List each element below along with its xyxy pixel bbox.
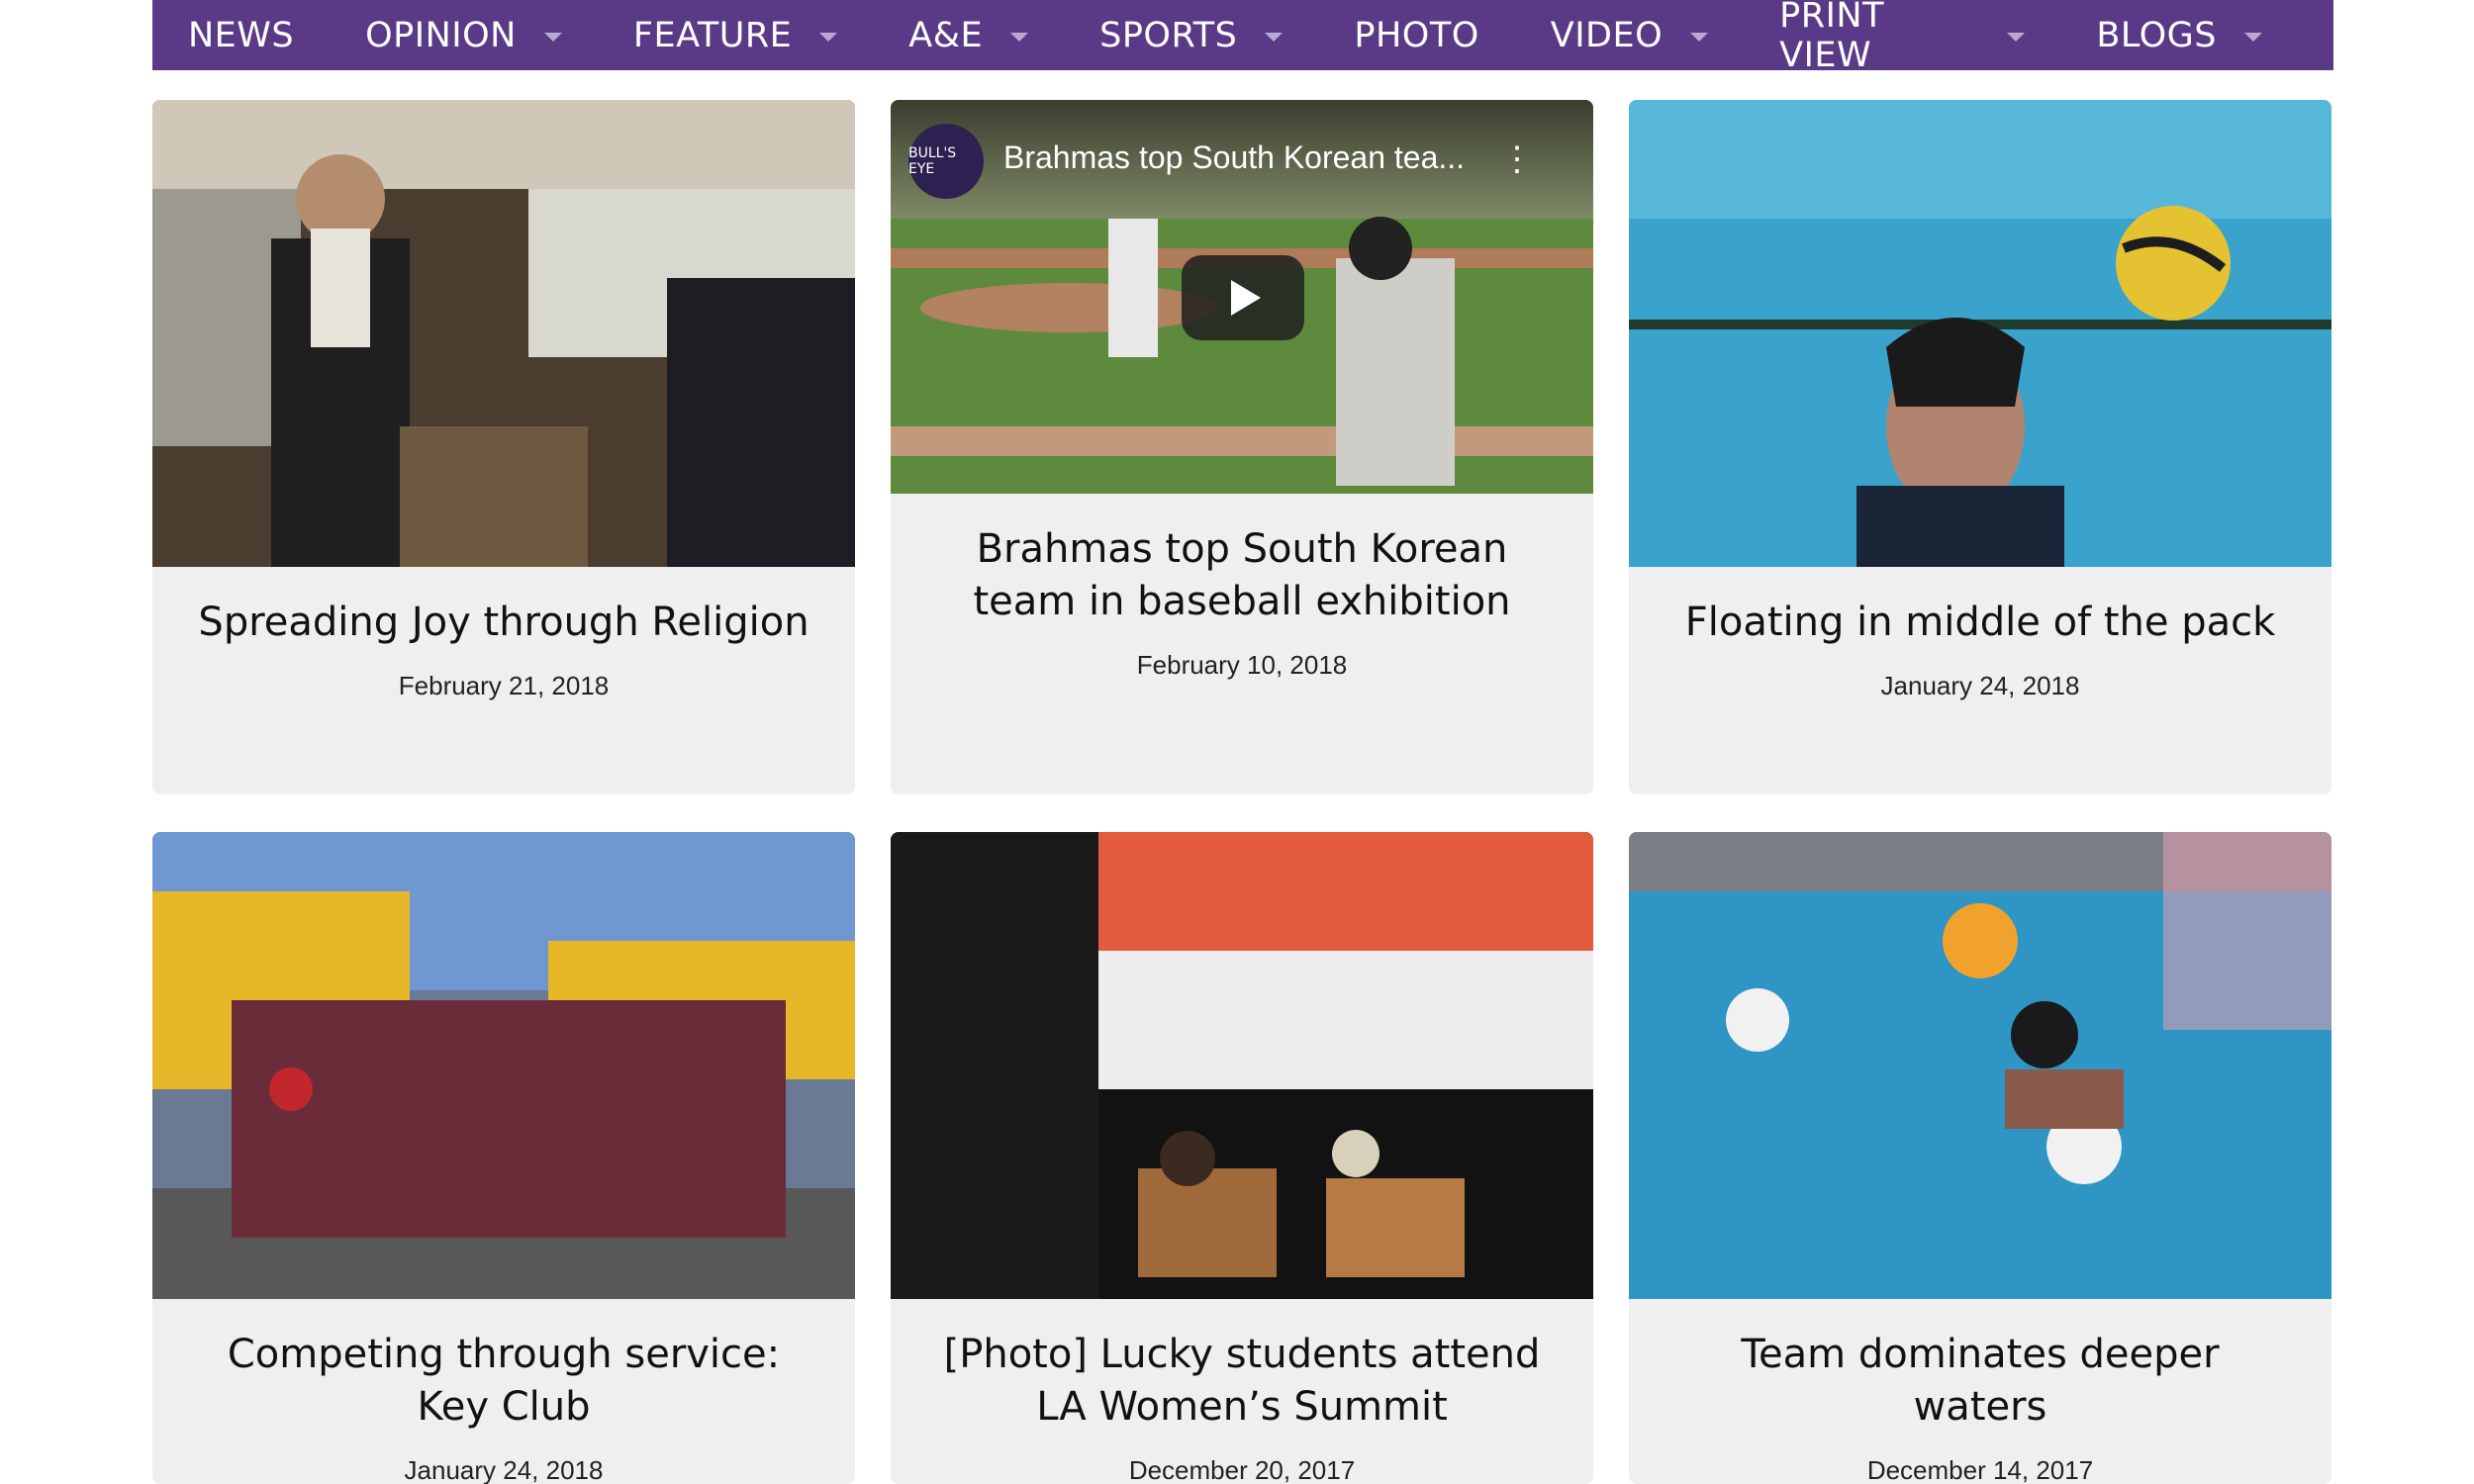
story-title[interactable]: Floating in middle of the pack — [1629, 597, 2331, 649]
caret-down-icon[interactable] — [1690, 32, 1709, 42]
nav-ae[interactable]: A&E — [908, 15, 1029, 55]
story-photo[interactable] — [152, 832, 855, 1299]
nav-label: PRINT VIEW — [1779, 0, 1884, 75]
story-date: December 14, 2017 — [1866, 1455, 2094, 1484]
story-title[interactable]: Team dominates deeper waters — [1629, 1329, 2331, 1434]
nav-label: OPINION — [365, 15, 517, 55]
nav-label: FEATURE — [632, 15, 793, 55]
caret-down-icon[interactable] — [543, 32, 562, 42]
story-card[interactable]: [Photo] Lucky students attend LA Women’s… — [891, 832, 1593, 1484]
story-photo[interactable] — [1629, 100, 2331, 567]
story-title[interactable]: Spreading Joy through Religion — [152, 597, 855, 649]
story-card[interactable]: Team dominates deeper waters December 14… — [1629, 832, 2331, 1484]
water-polo-photo — [1629, 100, 2331, 567]
story-photo[interactable] — [1629, 832, 2331, 1299]
nav-blogs[interactable]: BLOGS — [2096, 16, 2262, 55]
story-card[interactable]: Spreading Joy through Religion February … — [152, 100, 855, 794]
key-club-group-photo — [152, 832, 855, 1299]
caret-down-icon[interactable] — [1010, 32, 1029, 42]
caret-down-icon[interactable] — [819, 32, 838, 42]
caret-down-icon[interactable] — [2007, 32, 2026, 42]
nav-label: SPORTS — [1099, 15, 1238, 55]
story-date: January 24, 2018 — [404, 1455, 604, 1484]
nav-feature[interactable]: FEATURE — [632, 15, 838, 55]
video-title[interactable]: Brahmas top South Korean tea... — [1003, 139, 1465, 176]
nav-label: A&E — [908, 15, 984, 55]
main-nav: NEWS OPINION FEATURE A&E SPORTS PHOTO VI… — [152, 0, 2333, 75]
story-title[interactable]: Brahmas top South Korean team in basebal… — [891, 523, 1593, 628]
classroom-photo — [152, 100, 855, 567]
nav-sports[interactable]: SPORTS — [1099, 15, 1284, 55]
nav-video[interactable]: VIDEO — [1550, 15, 1709, 55]
story-title[interactable]: Competing through service: Key Club — [152, 1329, 855, 1434]
nav-label: VIDEO — [1550, 15, 1664, 55]
story-date: February 21, 2018 — [398, 671, 610, 700]
story-date: February 10, 2018 — [1136, 650, 1348, 680]
story-photo[interactable] — [152, 100, 855, 567]
story-card[interactable]: Competing through service: Key Club Janu… — [152, 832, 855, 1484]
video-player[interactable]: BULL'S EYE Brahmas top South Korean tea.… — [891, 100, 1593, 494]
nav-label: PHOTO — [1354, 15, 1479, 55]
nav-opinion[interactable]: OPINION — [365, 16, 562, 55]
more-options-icon[interactable]: ⋮ — [1500, 139, 1534, 179]
story-card[interactable]: BULL'S EYE Brahmas top South Korean tea.… — [891, 100, 1593, 794]
water-polo-game-photo — [1629, 832, 2331, 1299]
story-date: January 24, 2018 — [1880, 671, 2080, 700]
nav-label: BLOGS — [2096, 15, 2217, 55]
nav-photo[interactable]: PHOTO — [1354, 16, 1478, 55]
nav-news[interactable]: NEWS — [188, 16, 294, 55]
caret-down-icon[interactable] — [2244, 32, 2262, 42]
story-title[interactable]: [Photo] Lucky students attend LA Women’s… — [891, 1329, 1593, 1434]
play-button-icon[interactable] — [1182, 255, 1304, 340]
womens-summit-photo — [891, 832, 1593, 1299]
channel-logo[interactable]: BULL'S EYE — [908, 124, 984, 199]
story-photo[interactable] — [891, 832, 1593, 1299]
caret-down-icon[interactable] — [1265, 32, 1284, 42]
story-card[interactable]: Floating in middle of the pack January 2… — [1629, 100, 2331, 794]
nav-print-view[interactable]: PRINT VIEW — [1779, 0, 2026, 75]
story-date: December 20, 2017 — [1128, 1455, 1356, 1484]
nav-label: NEWS — [188, 15, 295, 55]
